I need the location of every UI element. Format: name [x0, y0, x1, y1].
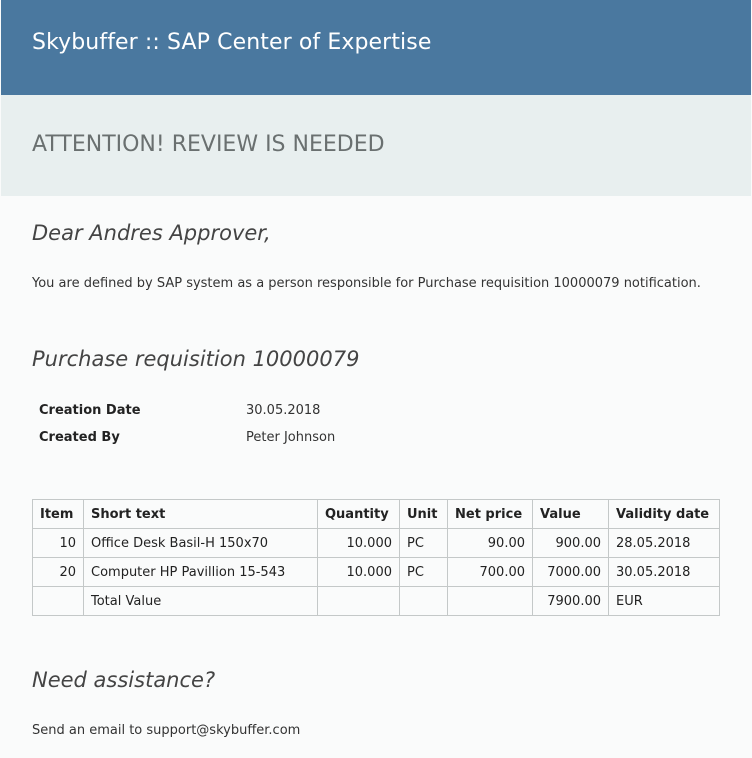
- header-unit: Unit: [399, 499, 448, 529]
- assistance-text: Send an email to support@skybuffer.com: [32, 723, 301, 738]
- created-by-row: Created By Peter Johnson: [39, 430, 335, 445]
- cell-net-price: 90.00: [447, 528, 533, 558]
- total-label: Total Value: [83, 586, 318, 616]
- cell-net-price: 700.00: [447, 557, 533, 587]
- cell-empty: [32, 586, 84, 616]
- cell-short-text: Office Desk Basil-H 150x70: [83, 528, 318, 558]
- table-row: 20 Computer HP Pavillion 15-543 10.000 P…: [32, 557, 720, 587]
- creation-date-row: Creation Date 30.05.2018: [39, 403, 320, 418]
- header-net-price: Net price: [447, 499, 533, 529]
- cell-validity-date: 30.05.2018: [608, 557, 720, 587]
- attention-text: ATTENTION! REVIEW IS NEEDED: [32, 132, 385, 157]
- created-by-value: Peter Johnson: [246, 430, 336, 445]
- total-value: 7900.00: [532, 586, 609, 616]
- cell-item: 20: [32, 557, 84, 587]
- cell-value: 7000.00: [532, 557, 609, 587]
- header-short-text: Short text: [83, 499, 318, 529]
- greeting: Dear Andres Approver,: [32, 221, 271, 245]
- requisition-heading: Purchase requisition 10000079: [32, 347, 360, 371]
- cell-quantity: 10.000: [317, 528, 400, 558]
- header-title: Skybuffer :: SAP Center of Expertise: [32, 30, 432, 55]
- cell-short-text: Computer HP Pavillion 15-543: [83, 557, 318, 587]
- total-row: Total Value 7900.00 EUR: [32, 586, 720, 616]
- items-table: Item Short text Quantity Unit Net price …: [32, 499, 720, 616]
- cell-validity-date: 28.05.2018: [608, 528, 720, 558]
- cell-empty: [317, 586, 400, 616]
- header-quantity: Quantity: [317, 499, 400, 529]
- cell-value: 900.00: [532, 528, 609, 558]
- creation-date-value: 30.05.2018: [246, 403, 321, 418]
- header-item: Item: [32, 499, 84, 529]
- cell-unit: PC: [399, 528, 448, 558]
- cell-unit: PC: [399, 557, 448, 587]
- table-header-row: Item Short text Quantity Unit Net price …: [32, 499, 720, 529]
- cell-empty: [447, 586, 533, 616]
- cell-item: 10: [32, 528, 84, 558]
- header-value: Value: [532, 499, 609, 529]
- created-by-label: Created By: [39, 430, 120, 445]
- cell-empty: [399, 586, 448, 616]
- cell-quantity: 10.000: [317, 557, 400, 587]
- creation-date-label: Creation Date: [39, 403, 141, 418]
- assistance-heading: Need assistance?: [32, 668, 216, 692]
- total-currency: EUR: [608, 586, 720, 616]
- table-row: 10 Office Desk Basil-H 150x70 10.000 PC …: [32, 528, 720, 558]
- intro-text: You are defined by SAP system as a perso…: [32, 276, 701, 291]
- header-validity-date: Validity date: [608, 499, 720, 529]
